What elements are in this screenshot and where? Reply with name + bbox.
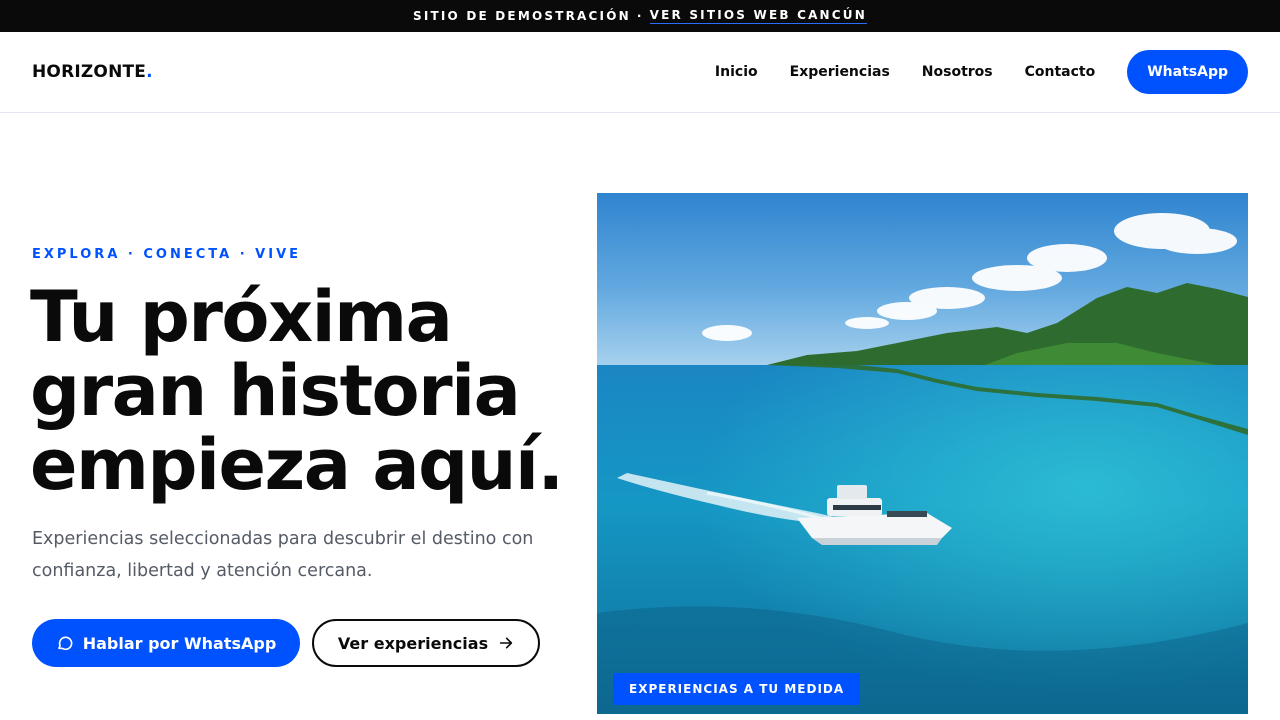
chat-bubble-icon	[57, 636, 73, 651]
nav-item-experiencias[interactable]: Experiencias	[790, 64, 890, 80]
view-experiences-button[interactable]: Ver experiencias	[312, 619, 540, 667]
hero-title-line-2: gran historia	[30, 350, 521, 432]
nav-item-inicio[interactable]: Inicio	[715, 64, 758, 80]
whatsapp-chat-button[interactable]: Hablar por WhatsApp	[32, 619, 300, 667]
view-experiences-label: Ver experiencias	[337, 633, 489, 653]
hero-image	[597, 193, 1248, 714]
hero-title-line-3: empieza aquí.	[30, 424, 564, 506]
websites-link[interactable]: VER SITIOS WEB CANCÚN	[649, 8, 867, 24]
hero-title: Tu próxima gran historia empieza aquí.	[30, 280, 590, 502]
whatsapp-chat-label: Hablar por WhatsApp	[82, 633, 277, 653]
logo[interactable]: HORIZONTE.	[32, 62, 153, 82]
main-nav: Inicio Experiencias Nosotros Contacto	[715, 64, 1095, 80]
announcement-text: SITIO DE DEMOSTRACIÓN	[413, 9, 631, 23]
announcement-separator: ·	[636, 9, 644, 23]
nav-item-contacto[interactable]: Contacto	[1025, 64, 1096, 80]
nav-item-nosotros[interactable]: Nosotros	[922, 64, 993, 80]
hero-eyebrow: EXPLORA · CONECTA · VIVE	[32, 247, 302, 262]
announcement-bar: SITIO DE DEMOSTRACIÓN · VER SITIOS WEB C…	[0, 0, 1280, 32]
site-header: HORIZONTE. Inicio Experiencias Nosotros …	[0, 32, 1280, 113]
arrow-right-icon	[499, 637, 513, 649]
logo-text: HORIZONTE	[32, 62, 147, 82]
image-badge: EXPERIENCIAS A TU MEDIDA	[613, 673, 861, 705]
whatsapp-header-button[interactable]: WhatsApp	[1127, 50, 1248, 94]
logo-dot: .	[146, 62, 153, 82]
hero-title-line-1: Tu próxima	[30, 276, 453, 358]
hero-subtitle: Experiencias seleccionadas para descubri…	[32, 529, 534, 581]
